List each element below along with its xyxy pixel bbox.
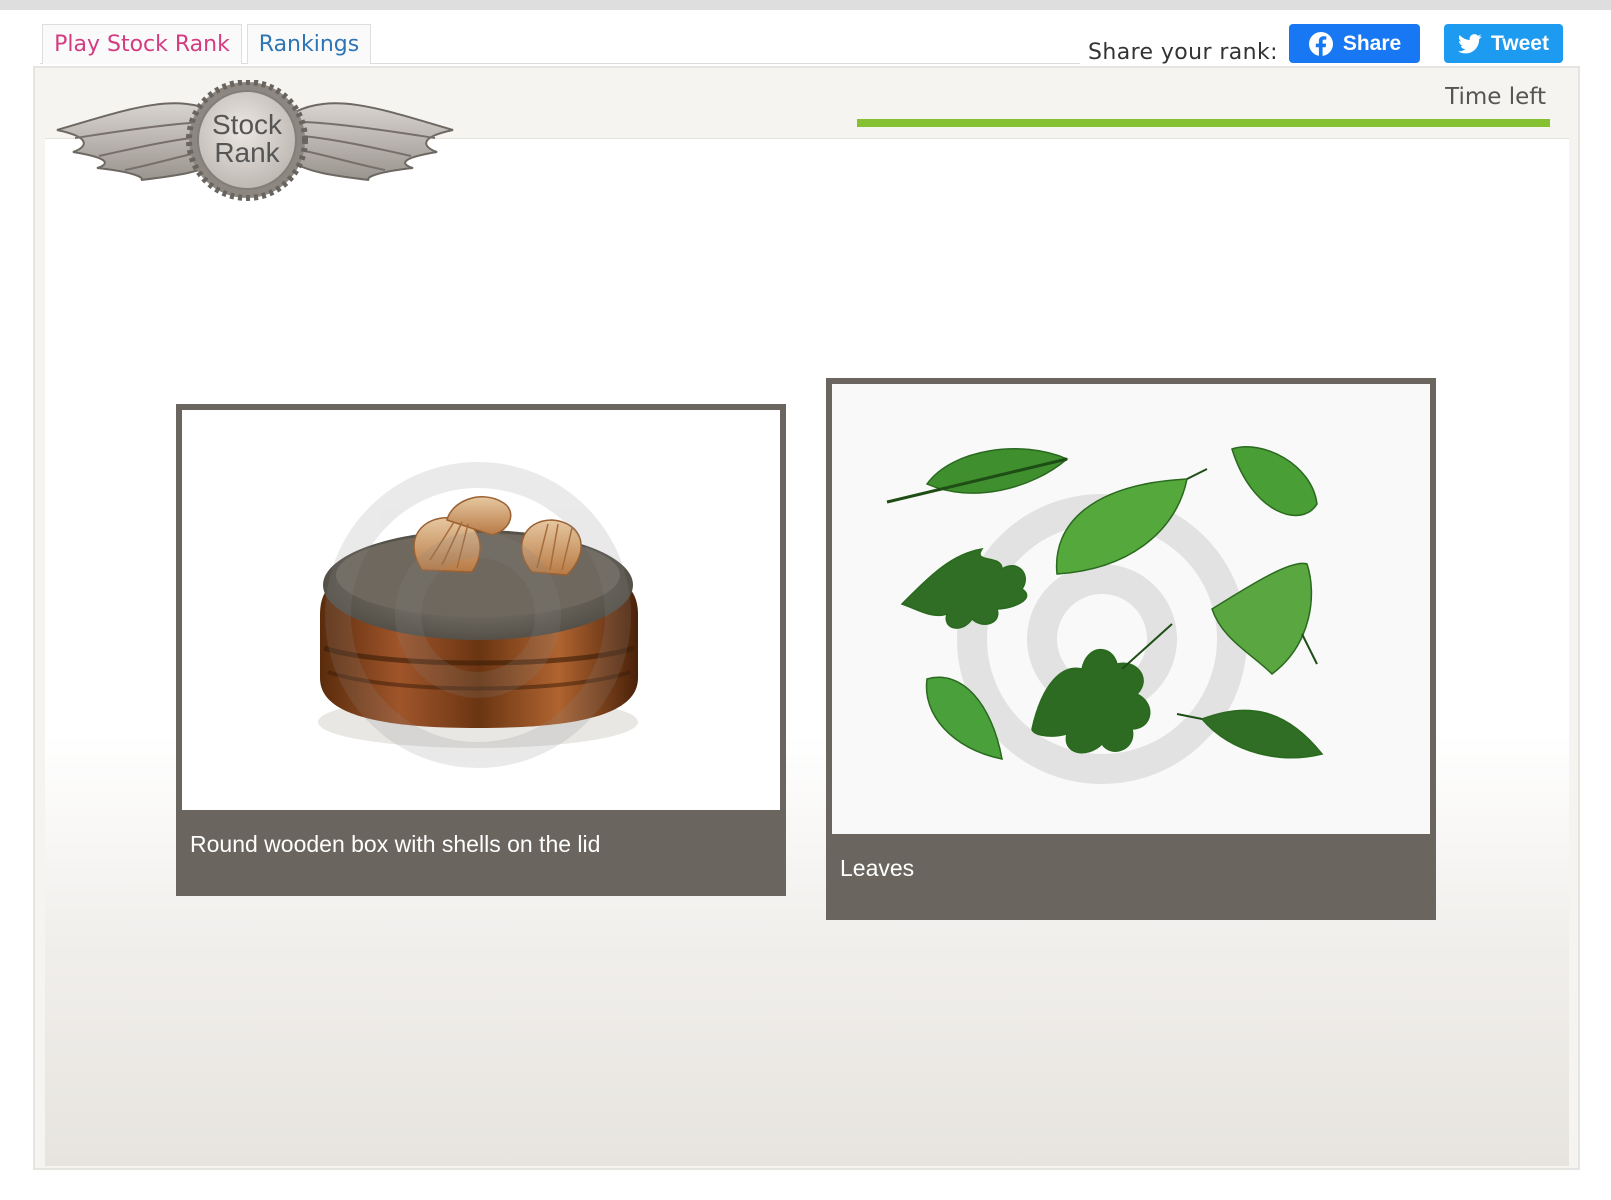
right-wing	[288, 102, 454, 181]
facebook-icon	[1308, 31, 1333, 57]
tab-play-stock-rank[interactable]: Play Stock Rank	[42, 24, 242, 64]
time-left-bar	[857, 119, 1550, 127]
facebook-share-label: Share	[1342, 31, 1402, 55]
top-strip	[0, 0, 1611, 10]
card-photo-wooden-box	[182, 410, 780, 810]
image-card-wooden-box[interactable]: Round wooden box with shells on the lid	[176, 404, 786, 896]
twitter-bird-icon	[1458, 33, 1482, 53]
twitter-tweet-label: Tweet	[1491, 31, 1549, 55]
wooden-box-image	[318, 462, 638, 768]
card-photo-leaves	[832, 384, 1430, 834]
logo-text-stock: Stock	[212, 109, 283, 140]
twitter-tweet-button[interactable]: Tweet	[1444, 24, 1563, 63]
logo-text-rank: Rank	[214, 137, 280, 168]
image-card-leaves[interactable]: Leaves	[826, 378, 1436, 920]
leaves-image	[886, 446, 1324, 784]
card-caption-leaves: Leaves	[840, 855, 915, 881]
card-caption-wooden-box: Round wooden box with shells on the lid	[190, 831, 601, 857]
share-rank-label: Share your rank:	[1088, 40, 1278, 65]
facebook-share-button[interactable]: Share	[1289, 24, 1420, 63]
time-left-label: Time left	[1445, 84, 1546, 110]
winged-badge-logo[interactable]: Stock Rank	[55, 80, 455, 204]
tab-rankings[interactable]: Rankings	[247, 24, 371, 64]
